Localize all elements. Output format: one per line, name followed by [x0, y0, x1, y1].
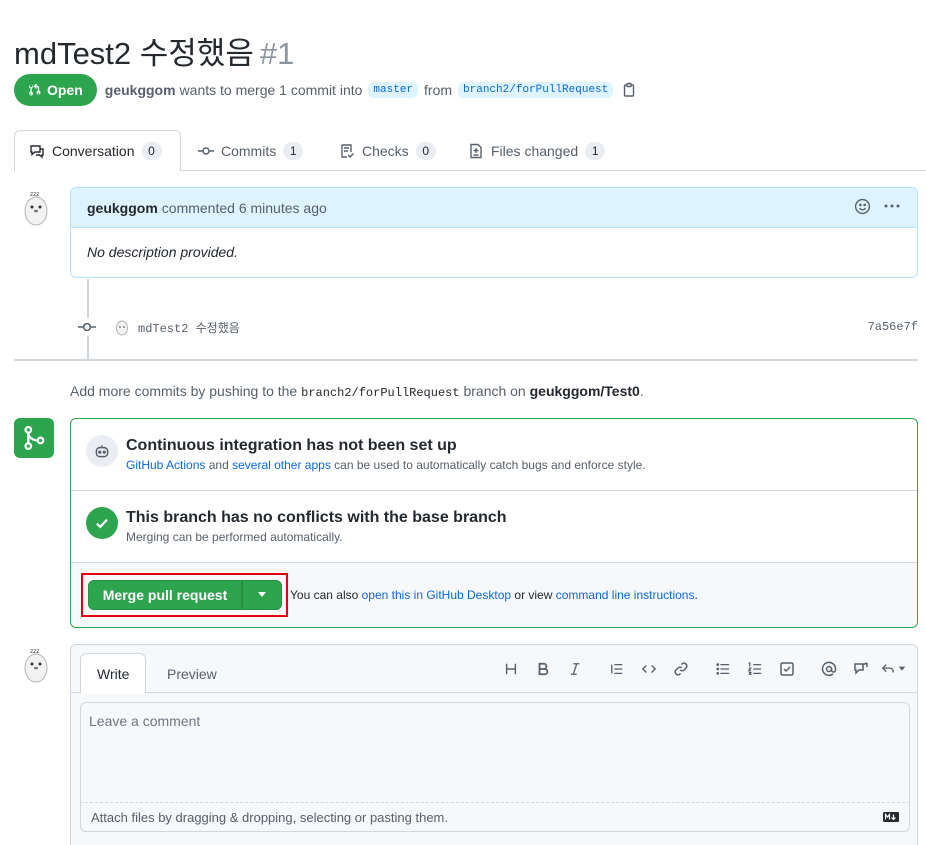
- merge-pull-request-button[interactable]: Merge pull request: [88, 580, 242, 610]
- tab-counter: 1: [585, 141, 606, 160]
- merge-options-dropdown[interactable]: [242, 580, 282, 610]
- base-branch[interactable]: master: [368, 82, 419, 98]
- tab-files-changed[interactable]: Files changed 1: [454, 130, 619, 171]
- check-icon: [86, 507, 118, 539]
- svg-text:zzz: zzz: [30, 648, 39, 655]
- reply-icon[interactable]: [877, 657, 909, 681]
- bold-icon[interactable]: [527, 657, 559, 681]
- tab-label: Files changed: [491, 142, 579, 159]
- unordered-list-icon[interactable]: [707, 657, 739, 681]
- tab-counter: 1: [283, 141, 304, 160]
- divider: [14, 359, 918, 361]
- ci-text: can be used to automatically catch bugs …: [334, 458, 646, 472]
- merge-alternatives: You can also open this in GitHub Desktop…: [290, 588, 698, 602]
- avatar[interactable]: [114, 318, 130, 336]
- repo-link[interactable]: geukggom/Test0: [530, 383, 640, 399]
- ci-text: and: [208, 458, 229, 472]
- tab-checks[interactable]: Checks 0: [325, 130, 450, 171]
- attach-text: Attach files by dragging & dropping, sel…: [91, 809, 448, 825]
- tab-commits[interactable]: Commits 1: [184, 130, 317, 171]
- merge-text: wants to merge 1 commit into: [179, 82, 363, 98]
- author-link[interactable]: geukggom: [105, 82, 176, 98]
- merge-box: Continuous integration has not been set …: [70, 418, 918, 628]
- pr-number: #1: [259, 36, 295, 71]
- timeline-commit: mdTest2 수정했음 7a56e7f: [78, 316, 918, 338]
- code-icon[interactable]: [633, 657, 665, 681]
- page-title: mdTest2 수정했음 #1: [14, 28, 294, 73]
- copy-icon[interactable]: [621, 82, 637, 98]
- commit-icon: [78, 318, 96, 336]
- ci-section: Continuous integration has not been set …: [71, 419, 917, 491]
- comment-icon: [30, 145, 44, 159]
- checklist-icon: [341, 143, 354, 158]
- comment-card: geukggom commented 6 minutes ago No desc…: [70, 187, 918, 278]
- status-badge: Open: [14, 74, 97, 106]
- tab-label: Commits: [221, 142, 277, 159]
- editor-tabs: Write Preview: [71, 645, 917, 694]
- other-apps-link[interactable]: several other apps: [232, 458, 331, 472]
- tab-write[interactable]: Write: [80, 653, 147, 694]
- conflict-description: Merging can be performed automatically.: [126, 530, 343, 544]
- github-actions-link[interactable]: GitHub Actions: [126, 458, 205, 472]
- conflict-title: This branch has no conflicts with the ba…: [126, 509, 507, 526]
- merge-button-highlight: Merge pull request: [81, 573, 288, 617]
- heading-icon[interactable]: [495, 657, 527, 681]
- pull-request-icon: [29, 83, 41, 96]
- pr-meta: Open geukggom wants to merge 1 commit in…: [14, 74, 637, 106]
- head-branch[interactable]: branch2/forPullRequest: [458, 82, 614, 98]
- comment-header: geukggom commented 6 minutes ago: [71, 188, 917, 228]
- comment-timestamp[interactable]: commented 6 minutes ago: [162, 200, 327, 216]
- git-merge-icon: [14, 418, 54, 458]
- robot-icon: [86, 435, 118, 467]
- avatar[interactable]: zzz: [20, 645, 52, 685]
- status-label: Open: [47, 82, 83, 98]
- merge-actions: Merge pull request You can also open thi…: [71, 563, 917, 627]
- conflict-section: This branch has no conflicts with the ba…: [71, 491, 917, 563]
- tab-counter: 0: [415, 141, 436, 160]
- ci-description: GitHub Actions and several other apps ca…: [126, 458, 646, 472]
- also-text: .: [694, 588, 698, 602]
- add-commits-hint: Add more commits by pushing to the branc…: [70, 383, 644, 400]
- also-text: or view: [514, 588, 553, 602]
- ordered-list-icon[interactable]: [739, 657, 771, 681]
- markdown-icon[interactable]: [883, 810, 899, 825]
- cross-reference-icon[interactable]: [845, 657, 877, 681]
- triangle-down-icon: [258, 592, 266, 597]
- comment-author[interactable]: geukggom: [87, 200, 158, 216]
- ci-title: Continuous integration has not been set …: [126, 437, 457, 454]
- tab-label: Checks: [362, 142, 409, 159]
- command-line-link[interactable]: command line instructions: [556, 588, 695, 602]
- italic-icon[interactable]: [559, 657, 591, 681]
- svg-text:zzz: zzz: [30, 191, 39, 198]
- pr-title-text: mdTest2 수정했음: [14, 36, 254, 71]
- kebab-horizontal-icon[interactable]: [883, 198, 901, 217]
- quote-icon[interactable]: [601, 657, 633, 681]
- tab-label: Conversation: [52, 143, 135, 159]
- markdown-toolbar: [495, 657, 909, 681]
- hint-branch: branch2/forPullRequest: [301, 386, 460, 400]
- from-text: from: [424, 82, 453, 98]
- commit-icon: [198, 146, 214, 155]
- mention-icon[interactable]: [813, 657, 845, 681]
- smiley-icon[interactable]: [854, 198, 871, 218]
- hint-text: Add more commits by pushing to the: [70, 383, 298, 399]
- pr-tabs: Conversation 0 Commits 1 Checks 0 Files …: [14, 130, 926, 172]
- comment-editor: Write Preview Leave a comment Attach fil…: [70, 644, 918, 845]
- also-text: You can also: [290, 588, 359, 602]
- tasklist-icon[interactable]: [771, 657, 803, 681]
- link-icon[interactable]: [665, 657, 697, 681]
- comment-textarea[interactable]: Leave a comment: [80, 702, 910, 802]
- file-diff-icon: [470, 143, 482, 158]
- commit-sha[interactable]: 7a56e7f: [868, 320, 918, 334]
- avatar[interactable]: zzz: [20, 188, 52, 228]
- comment-body: No description provided.: [87, 244, 238, 260]
- file-attach-area[interactable]: Attach files by dragging & dropping, sel…: [80, 802, 910, 832]
- tab-preview[interactable]: Preview: [151, 653, 233, 694]
- hint-text: .: [639, 383, 644, 399]
- commit-message[interactable]: mdTest2 수정했음: [138, 319, 240, 336]
- github-desktop-link[interactable]: open this in GitHub Desktop: [362, 588, 511, 602]
- tab-counter: 0: [141, 142, 162, 160]
- hint-text: branch on: [463, 383, 526, 399]
- tab-conversation[interactable]: Conversation 0: [14, 130, 181, 172]
